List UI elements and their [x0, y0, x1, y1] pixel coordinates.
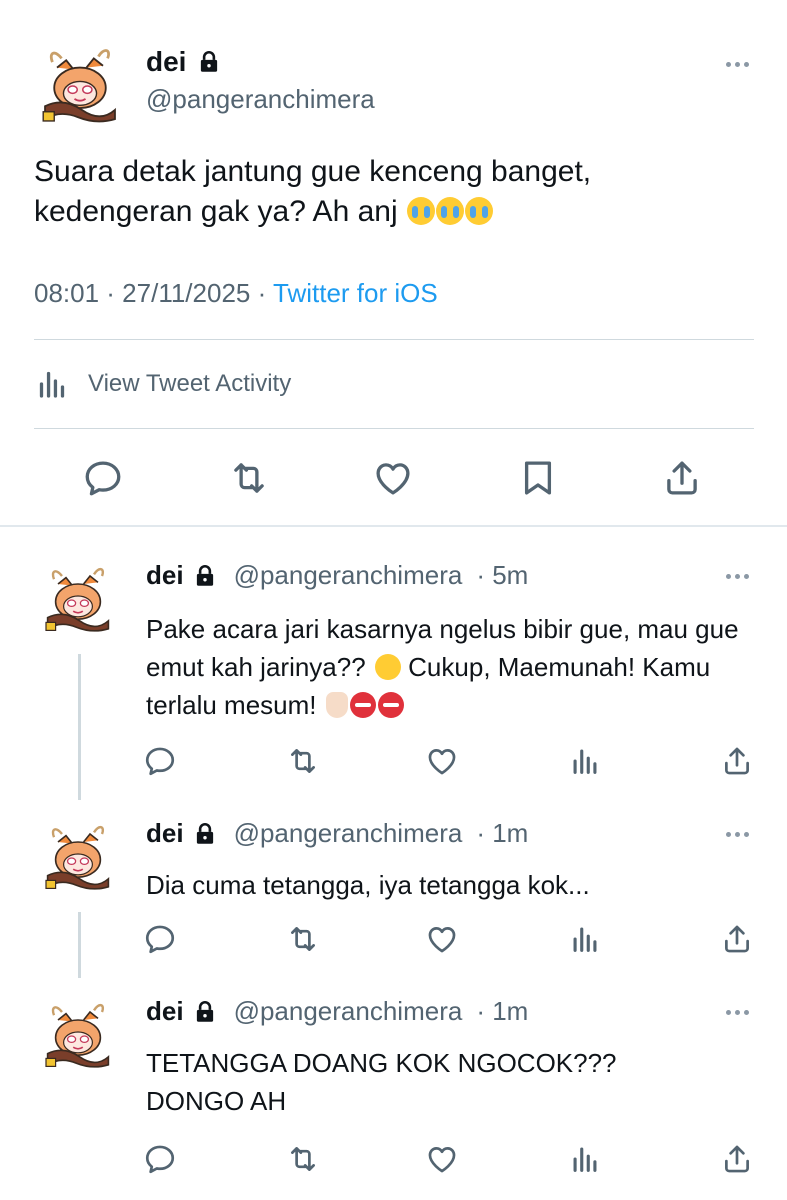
retweet-icon[interactable]	[286, 744, 320, 778]
tweet-meta: 08:01 · 27/11/2025 · Twitter for iOS	[34, 278, 438, 309]
reply-header[interactable]: dei @pangeranchimera · 1m	[146, 996, 528, 1027]
chart-icon[interactable]	[568, 922, 602, 956]
lock-icon	[200, 50, 219, 74]
thread-line	[78, 654, 81, 800]
thread-line	[78, 912, 81, 978]
reply-icon[interactable]	[82, 457, 124, 499]
tweet-text: Suara detak jantung gue kenceng banget, …	[34, 152, 754, 232]
more-icon[interactable]	[726, 828, 756, 840]
loudly-crying-emoji-icon	[435, 197, 464, 225]
reply-text: Pake acara jari kasarnya ngelus bibir gu…	[146, 610, 766, 724]
share-icon[interactable]	[720, 1142, 754, 1176]
tweet-timestamp[interactable]: 08:01 · 27/11/2025 ·	[34, 278, 273, 308]
divider	[34, 428, 754, 429]
reply-header[interactable]: dei @pangeranchimera · 1m	[146, 818, 528, 849]
reply-icon[interactable]	[143, 922, 177, 956]
retweet-icon[interactable]	[228, 457, 270, 499]
retweet-icon[interactable]	[286, 1142, 320, 1176]
like-icon[interactable]	[425, 744, 459, 778]
like-icon[interactable]	[425, 1142, 459, 1176]
chart-icon[interactable]	[568, 1142, 602, 1176]
view-activity-label: View Tweet Activity	[88, 370, 292, 397]
bookmark-icon[interactable]	[517, 457, 559, 499]
author-handle[interactable]: @pangeranchimera	[234, 818, 463, 849]
author-handle[interactable]: @pangeranchimera	[146, 84, 375, 115]
loudly-crying-emoji-icon	[406, 197, 435, 225]
reply-time[interactable]: · 1m	[476, 996, 528, 1027]
avatar[interactable]	[38, 818, 118, 898]
view-activity-link[interactable]: View Tweet Activity	[34, 366, 291, 402]
reply-icon[interactable]	[143, 1142, 177, 1176]
avatar[interactable]	[34, 40, 126, 132]
reply-time[interactable]: · 1m	[476, 818, 528, 849]
tweet-source-link[interactable]: Twitter for iOS	[273, 278, 438, 308]
raised-hand-emoji-icon	[325, 692, 348, 718]
reply-time[interactable]: · 5m	[476, 560, 528, 591]
divider	[34, 339, 754, 340]
retweet-icon[interactable]	[286, 922, 320, 956]
author-name[interactable]: dei	[146, 46, 186, 78]
tweet-text-body: Suara detak jantung gue kenceng banget, …	[34, 155, 592, 228]
reply-text: Dia cuma tetangga, iya tetangga kok...	[146, 870, 590, 900]
share-icon[interactable]	[661, 457, 703, 499]
more-icon[interactable]	[726, 570, 756, 582]
avatar[interactable]	[38, 996, 118, 1076]
reply-header[interactable]: dei @pangeranchimera · 5m	[146, 560, 528, 591]
loudly-crying-emoji-icon	[464, 197, 493, 225]
activity-icon	[39, 371, 65, 398]
chart-icon[interactable]	[568, 744, 602, 778]
lock-icon	[195, 564, 215, 587]
share-icon[interactable]	[720, 922, 754, 956]
author-name[interactable]: dei	[146, 996, 184, 1027]
author-name-row[interactable]: dei	[146, 46, 222, 78]
more-icon[interactable]	[726, 1006, 756, 1018]
author-handle[interactable]: @pangeranchimera	[234, 996, 463, 1027]
lock-icon	[195, 822, 215, 845]
like-icon[interactable]	[425, 922, 459, 956]
section-divider	[0, 525, 787, 527]
author-handle[interactable]: @pangeranchimera	[234, 560, 463, 591]
avatar[interactable]	[38, 560, 118, 640]
author-name[interactable]: dei	[146, 560, 184, 591]
lock-icon	[195, 1000, 215, 1023]
author-name[interactable]: dei	[146, 818, 184, 849]
share-icon[interactable]	[720, 744, 754, 778]
reply-icon[interactable]	[143, 744, 177, 778]
more-icon[interactable]	[726, 58, 756, 70]
no-entry-emoji-icon	[349, 692, 376, 718]
no-entry-emoji-icon	[377, 692, 404, 718]
weary-face-emoji-icon	[374, 654, 401, 680]
reply-text: TETANGGA DOANG KOK NGOCOK??? DONGO AH	[146, 1048, 617, 1116]
like-icon[interactable]	[372, 457, 414, 499]
